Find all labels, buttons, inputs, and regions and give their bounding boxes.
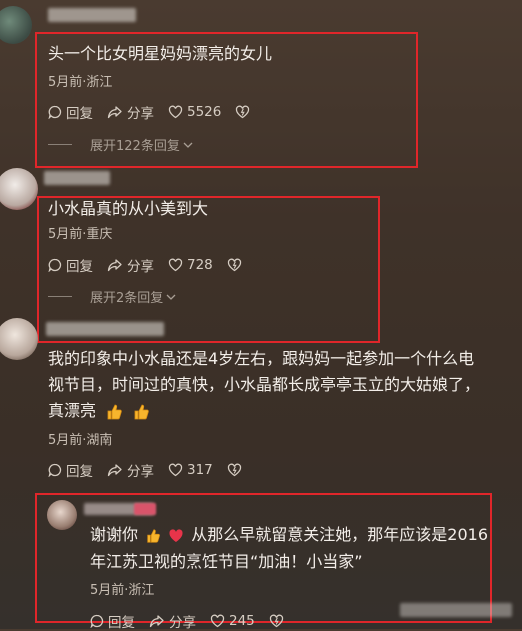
heart-icon: [210, 614, 225, 628]
comment-text: 头一个比女明星妈妈漂亮的女儿: [48, 44, 273, 63]
comment-text-fragment: 谢谢你: [90, 525, 139, 544]
username-redacted: [46, 322, 164, 336]
expand-label: 展开2条回复: [90, 291, 164, 306]
dislike-icon: [227, 258, 241, 272]
like-button[interactable]: 5526: [168, 104, 221, 120]
like-button[interactable]: 728: [168, 257, 213, 273]
comment-text: 小水晶真的从小美到大: [48, 199, 209, 218]
reply-button[interactable]: 回复: [48, 255, 93, 275]
username-redacted: [48, 8, 136, 22]
share-label: 分享: [127, 464, 154, 480]
heart-icon: [168, 258, 183, 272]
dislike-icon: [269, 614, 283, 628]
share-icon: [107, 464, 122, 477]
comment-text-line: 真漂亮: [48, 398, 150, 424]
comment-text-line: 视节目，时间过的真快，小水晶都长成亭亭玉立的大姑娘了，: [48, 375, 481, 394]
expand-replies[interactable]: 展开2条回复: [48, 287, 177, 306]
reply-icon: [48, 105, 62, 119]
reply-label: 回复: [66, 106, 93, 122]
comment-text-fragment: 从那么早就留意关注她，那年应该是2016: [191, 525, 489, 544]
reply-label: 回复: [66, 464, 93, 480]
share-icon: [149, 615, 164, 628]
like-button[interactable]: 245: [210, 613, 255, 629]
comment-actions: 回复 分享 317: [48, 460, 260, 480]
comment-meta: 5月前·浙江: [48, 75, 113, 90]
share-button[interactable]: 分享: [107, 102, 154, 122]
comment-text-line: 我的印象中小水晶还是4岁左右，跟妈妈一起参加一个什么电: [48, 349, 475, 368]
expand-replies[interactable]: 展开122条回复: [48, 135, 194, 154]
reply-button[interactable]: 回复: [90, 611, 135, 631]
share-icon: [107, 106, 122, 119]
reply-icon: [48, 463, 62, 477]
thumbs-up-emoji: [107, 404, 122, 419]
reply-label: 回复: [66, 259, 93, 275]
chevron-down-icon: [183, 142, 193, 148]
comment-text-line: 谢谢你 从那么早就留意关注她，那年应该是2016: [90, 522, 488, 548]
comment-text-fragment: 真漂亮: [48, 401, 97, 420]
divider-line: [48, 296, 72, 297]
dislike-button[interactable]: [227, 258, 246, 272]
thumbs-up-emoji: [134, 404, 149, 419]
comment-meta: 5月前·湖南: [48, 433, 113, 448]
avatar[interactable]: [0, 318, 38, 360]
comment-actions: 回复 分享 245: [90, 611, 302, 631]
dislike-button[interactable]: [269, 614, 288, 628]
divider-line: [48, 144, 72, 145]
dislike-button[interactable]: [235, 105, 254, 119]
like-count: 317: [187, 462, 213, 478]
share-button[interactable]: 分享: [107, 460, 154, 480]
share-label: 分享: [127, 106, 154, 122]
dislike-button[interactable]: [227, 463, 246, 477]
avatar[interactable]: [0, 6, 32, 44]
like-button[interactable]: 317: [168, 462, 213, 478]
share-icon: [107, 259, 122, 272]
reply-label: 回复: [108, 615, 135, 631]
comment-actions: 回复 分享 5526: [48, 102, 268, 122]
reply-icon: [90, 614, 104, 628]
share-button[interactable]: 分享: [107, 255, 154, 275]
username-redacted: [44, 171, 110, 185]
heart-emoji: [169, 528, 183, 542]
reply-button[interactable]: 回复: [48, 460, 93, 480]
watermark: [400, 603, 512, 617]
avatar[interactable]: [0, 168, 38, 210]
thumbs-up-emoji: [147, 528, 161, 543]
heart-icon: [168, 105, 183, 119]
chevron-down-icon: [166, 294, 176, 300]
expand-label: 展开122条回复: [90, 139, 180, 154]
like-count: 728: [187, 257, 213, 273]
reply-button[interactable]: 回复: [48, 102, 93, 122]
comment-meta: 5月前·重庆: [48, 227, 113, 242]
like-count: 245: [229, 613, 255, 629]
avatar[interactable]: [47, 500, 77, 530]
author-badge: [134, 503, 156, 515]
comment-text-line: 年江苏卫视的烹饪节目“加油！小当家”: [90, 552, 363, 571]
heart-icon: [168, 463, 183, 477]
share-label: 分享: [127, 259, 154, 275]
share-button[interactable]: 分享: [149, 611, 196, 631]
share-label: 分享: [169, 615, 196, 631]
reply-icon: [48, 258, 62, 272]
comment-meta: 5月前·浙江: [90, 583, 155, 598]
dislike-icon: [227, 463, 241, 477]
dislike-icon: [236, 105, 250, 119]
like-count: 5526: [187, 104, 222, 120]
comment-actions: 回复 分享 728: [48, 255, 260, 275]
